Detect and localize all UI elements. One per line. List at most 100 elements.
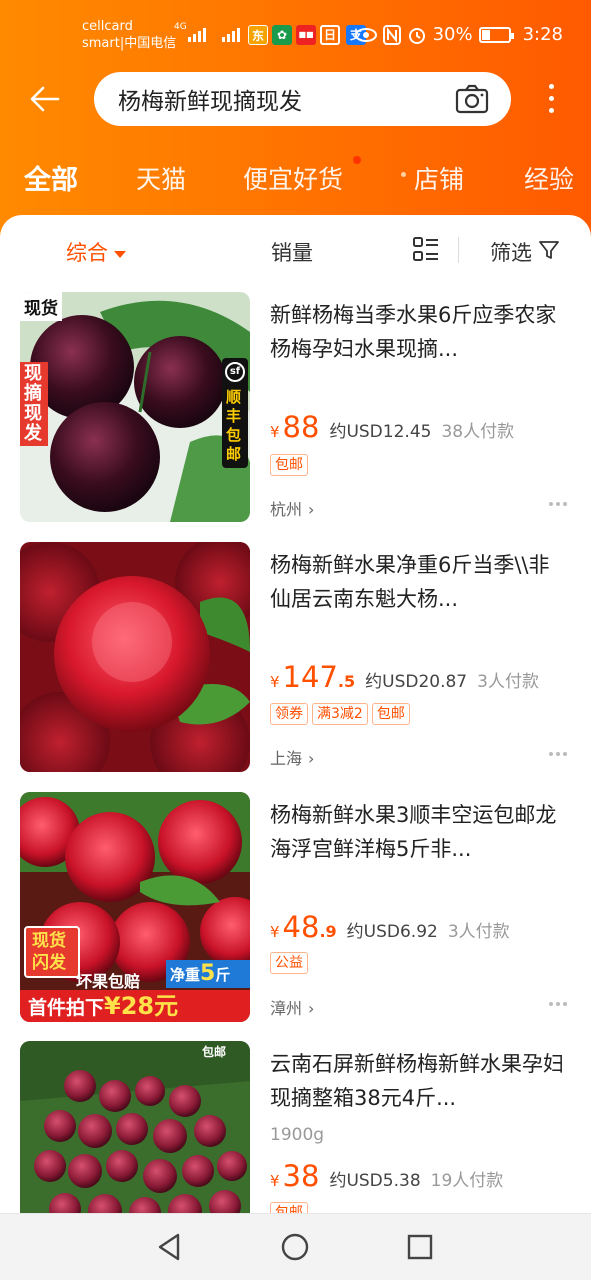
- camera-icon[interactable]: [455, 84, 489, 114]
- tag-list: 包邮: [270, 454, 308, 476]
- usd-price: 约USD6.92: [346, 922, 438, 942]
- chevron-right-icon: ›: [308, 500, 315, 519]
- net-weight-unit: 斤: [215, 966, 231, 984]
- free-shipping-badge: 包邮: [202, 1045, 227, 1059]
- product-card[interactable]: 现货 现摘现发 sf 顺丰包邮 新鲜杨梅当季水果6斤应季农家杨梅孕妇水果现摘..…: [0, 292, 591, 532]
- price-decimal: .9: [319, 922, 337, 941]
- search-query[interactable]: 杨梅新鲜现摘现发: [118, 82, 302, 116]
- tab-experience[interactable]: 经验: [524, 160, 574, 196]
- app-icon: ✿: [272, 25, 292, 45]
- recents-square-icon[interactable]: [403, 1230, 437, 1264]
- sold-count: 3人付款: [477, 672, 539, 692]
- tab-tmall[interactable]: 天猫: [136, 160, 186, 196]
- tag-coupon: 领券: [270, 703, 308, 725]
- more-dots-icon[interactable]: [549, 502, 569, 508]
- product-card[interactable]: 现货闪发 坏果包赔 净重5斤 首件拍下¥28元 杨梅新鲜水果3顺丰空运包邮龙海浮…: [0, 792, 591, 1032]
- sf-express-badge: sf 顺丰包邮: [222, 358, 248, 468]
- filter-icon[interactable]: [538, 239, 560, 261]
- divider: [458, 237, 459, 263]
- stock-flash-badge: 现货闪发: [24, 926, 80, 978]
- price-row: ¥ 88 约USD12.45 38人付款: [270, 410, 514, 444]
- bayberry-photo: [20, 1041, 250, 1215]
- price: 38: [282, 1159, 320, 1193]
- product-title[interactable]: 云南石屏新鲜杨梅新鲜水果孕妇现摘整箱38元4斤...: [270, 1047, 566, 1115]
- bayberry-photo: [20, 542, 250, 772]
- tag-discount: 满3减2: [312, 703, 368, 725]
- location[interactable]: 杭州 ›: [270, 496, 314, 520]
- product-card[interactable]: 包邮 云南石屏新鲜杨梅新鲜水果孕妇现摘整箱38元4斤... 1900g ¥ 38…: [0, 1041, 591, 1215]
- tab-bargain[interactable]: 便宜好货: [243, 160, 343, 196]
- sold-count: 19人付款: [430, 1171, 504, 1191]
- price-row: ¥ 38 约USD5.38 19人付款: [270, 1159, 503, 1193]
- currency-symbol: ¥: [270, 673, 280, 691]
- signal-icon: [188, 26, 206, 42]
- taobao-app-icon: 东: [248, 25, 268, 45]
- network-type: 4G: [174, 22, 187, 32]
- net-weight-number: 5: [200, 961, 216, 986]
- back-arrow-icon[interactable]: [28, 82, 62, 116]
- tag-list: 领券 满3减2 包邮: [270, 703, 410, 725]
- alarm-icon: [408, 27, 425, 44]
- battery-percent: 30%: [432, 24, 473, 45]
- system-nav-bar: [0, 1213, 591, 1280]
- sf-badge-label: 顺丰包邮: [226, 388, 242, 463]
- home-circle-icon[interactable]: [278, 1230, 312, 1264]
- product-image[interactable]: 现货 现摘现发 sf 顺丰包邮: [20, 292, 250, 522]
- indicator-dot: [353, 156, 361, 164]
- search-box[interactable]: 杨梅新鲜现摘现发: [94, 72, 511, 126]
- product-title[interactable]: 杨梅新鲜水果3顺丰空运包邮龙海浮宫鲜洋梅5斤非...: [270, 798, 566, 866]
- price: 48: [282, 910, 320, 944]
- back-triangle-icon[interactable]: [152, 1230, 186, 1264]
- tab-all[interactable]: 全部: [24, 158, 78, 197]
- tag-free-shipping: 包邮: [371, 703, 410, 725]
- list-view-icon[interactable]: [412, 235, 440, 263]
- bayberry-photo: [20, 292, 250, 522]
- price-row: ¥ 147 .5 约USD20.87 3人付款: [270, 660, 539, 694]
- status-right: 30% 3:28: [354, 24, 563, 45]
- product-title[interactable]: 杨梅新鲜水果净重6斤当季\\非仙居云南东魁大杨...: [270, 548, 566, 616]
- first-price-label: 首件拍下: [28, 997, 105, 1019]
- chevron-right-icon: ›: [308, 999, 315, 1018]
- signal-icon-2: [222, 26, 240, 42]
- guarantee-text: 坏果包赔: [76, 972, 141, 991]
- product-spec: 1900g: [270, 1125, 325, 1145]
- tab-shops[interactable]: 店铺: [414, 160, 464, 196]
- more-options-icon[interactable]: [544, 84, 558, 116]
- sort-sales[interactable]: 销量: [271, 237, 313, 267]
- calendar-app-icon: 日: [320, 25, 340, 45]
- currency-symbol: ¥: [270, 923, 280, 941]
- sort-overall-label: 综合: [66, 241, 108, 265]
- usd-price: 约USD12.45: [329, 422, 432, 442]
- currency-symbol: ¥: [270, 1172, 280, 1190]
- eye-icon: [354, 27, 377, 42]
- carrier-name-2: smart|中国电信: [82, 36, 177, 51]
- product-image[interactable]: 包邮: [20, 1041, 250, 1215]
- status-bar: cellcard smart|中国电信 4G 东 ✿ ■■ 日 支 30% 3:…: [0, 0, 591, 70]
- carrier-info: cellcard smart|中国电信: [82, 18, 176, 52]
- product-image[interactable]: 现货闪发 坏果包赔 净重5斤 首件拍下¥28元: [20, 792, 250, 1022]
- sort-bar: 综合 销量 筛选: [0, 215, 591, 285]
- indicator-dot: [401, 172, 406, 177]
- product-title[interactable]: 新鲜杨梅当季水果6斤应季农家杨梅孕妇水果现摘...: [270, 298, 566, 366]
- first-price-banner: 首件拍下¥28元: [20, 990, 250, 1022]
- sort-overall[interactable]: 综合: [66, 237, 126, 267]
- tag-charity: 公益: [270, 952, 308, 974]
- chevron-right-icon: ›: [308, 749, 315, 768]
- filter-button[interactable]: 筛选: [490, 237, 532, 267]
- first-price-value: ¥28元: [104, 992, 179, 1020]
- location-label: 漳州: [270, 999, 303, 1018]
- fresh-badge: 现摘现发: [20, 362, 48, 446]
- product-card[interactable]: 杨梅新鲜水果净重6斤当季\\非仙居云南东魁大杨... ¥ 147 .5 约USD…: [0, 542, 591, 782]
- battery-icon: [478, 26, 514, 43]
- sold-count: 3人付款: [447, 922, 510, 942]
- usd-price: 约USD5.38: [329, 1171, 421, 1191]
- location-label: 上海: [270, 749, 303, 768]
- price-row: ¥ 48 .9 约USD6.92 3人付款: [270, 910, 510, 944]
- location-label: 杭州: [270, 500, 303, 519]
- product-image[interactable]: [20, 542, 250, 772]
- location[interactable]: 上海 ›: [270, 745, 314, 769]
- sf-logo: sf: [225, 362, 245, 382]
- more-dots-icon[interactable]: [549, 1002, 569, 1008]
- more-dots-icon[interactable]: [549, 752, 569, 758]
- location[interactable]: 漳州 ›: [270, 995, 314, 1019]
